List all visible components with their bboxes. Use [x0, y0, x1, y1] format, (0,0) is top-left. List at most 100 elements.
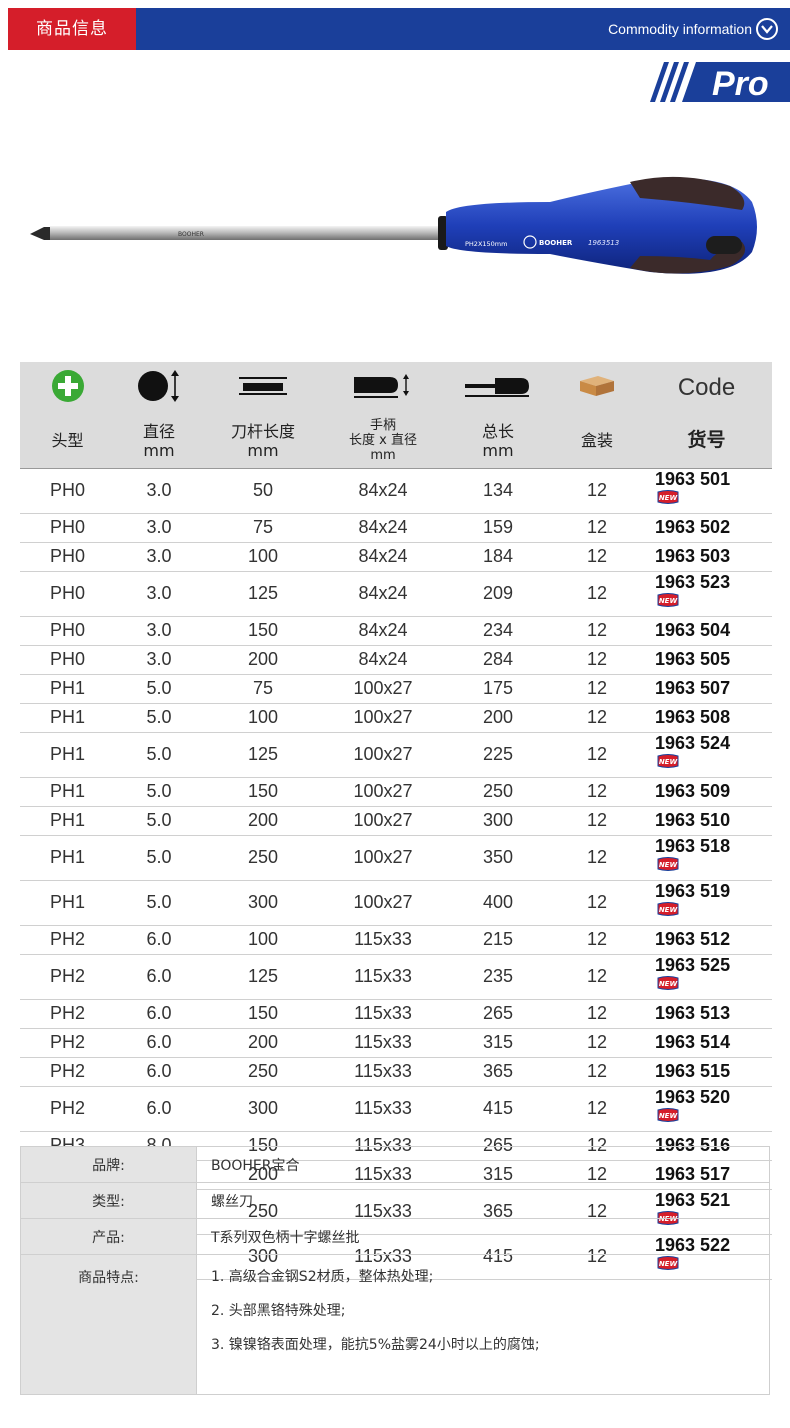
- table-row: PH0 3.0 150 84x24 234 12 1963 504: [20, 616, 772, 646]
- table-row: PH0 3.0 100 84x24 184 12 1963 503: [20, 542, 772, 572]
- item-code: 1963 513: [655, 1003, 731, 1023]
- box-qty-cell: 12: [553, 703, 641, 733]
- features-value: 1. 高级合金钢S2材质，整体热处理; 2. 头部黑铬特殊处理; 3. 镍镍铬表…: [196, 1254, 770, 1395]
- spec-table: Code 头型 直径 mm 刀杆长度 mm 手柄 长度 x 直径 mm 总长 mm 盒装 …: [20, 362, 772, 1280]
- diameter-cell: 3.0: [115, 645, 203, 675]
- total-length-cell: 265: [443, 999, 553, 1029]
- blade-length-cell: 100: [203, 925, 323, 955]
- handle-size-label: PH2X150mm: [465, 240, 507, 248]
- handle-size-icon: [323, 362, 443, 414]
- product-value: T系列双色柄十字螺丝批: [196, 1218, 770, 1255]
- blade-length-cell: 100: [203, 542, 323, 572]
- item-code: 1963 501: [655, 468, 731, 489]
- blade-length-cell: 200: [203, 645, 323, 675]
- item-code: 1963 515: [655, 1061, 731, 1081]
- table-row: PH0 3.0 75 84x24 159 12 1963 502: [20, 513, 772, 543]
- item-code-cell: 1963 523 NEW: [641, 571, 772, 617]
- section-tab[interactable]: 商品信息: [8, 8, 136, 50]
- item-code: 1963 514: [655, 1032, 731, 1052]
- table-row: PH1 5.0 150 100x27 250 12 1963 509: [20, 777, 772, 807]
- box-qty-cell: 12: [553, 1028, 641, 1058]
- head-type-cell: PH1: [20, 777, 115, 807]
- handle-brand-label: BOOHER: [539, 239, 573, 247]
- diameter-cell: 3.0: [115, 513, 203, 543]
- box-icon: [553, 362, 641, 414]
- handle-cell: 100x27: [323, 880, 443, 926]
- chevron-down-icon[interactable]: [756, 18, 778, 40]
- diameter-cell: 6.0: [115, 925, 203, 955]
- diameter-cell: 5.0: [115, 835, 203, 881]
- header-blade-length: 刀杆长度 mm: [203, 414, 323, 468]
- table-row: PH1 5.0 250 100x27 350 12 1963 518 NEW: [20, 835, 772, 881]
- svg-text:NEW: NEW: [659, 906, 678, 914]
- svg-text:NEW: NEW: [659, 597, 678, 605]
- total-length-cell: 350: [443, 835, 553, 881]
- total-length-cell: 184: [443, 542, 553, 572]
- item-code: 1963 523: [655, 571, 731, 592]
- total-length-cell: 415: [443, 1086, 553, 1132]
- blade-length-cell: 150: [203, 999, 323, 1029]
- handle-cell: 115x33: [323, 954, 443, 1000]
- svg-text:NEW: NEW: [659, 980, 678, 988]
- table-row: PH2 6.0 250 115x33 365 12 1963 515: [20, 1057, 772, 1087]
- head-type-cell: PH2: [20, 1028, 115, 1058]
- section-title: Commodity information: [608, 21, 752, 37]
- handle-cell: 100x27: [323, 806, 443, 836]
- box-qty-cell: 12: [553, 777, 641, 807]
- handle-cell: 100x27: [323, 777, 443, 807]
- header-total-length: 总长 mm: [443, 414, 553, 468]
- product-image: BOOHER PH2X150mm BOOHER 1963513: [30, 172, 770, 282]
- head-type-cell: PH1: [20, 732, 115, 778]
- item-code-cell: 1963 519 NEW: [641, 880, 772, 926]
- table-row: PH1 5.0 125 100x27 225 12 1963 524 NEW: [20, 732, 772, 778]
- head-type-cell: PH2: [20, 999, 115, 1029]
- item-code: 1963 509: [655, 781, 731, 801]
- item-code: 1963 525: [655, 954, 731, 975]
- item-code-cell: 1963 518 NEW: [641, 835, 772, 881]
- header-diameter: 直径 mm: [115, 414, 203, 468]
- svg-text:NEW: NEW: [659, 1112, 678, 1120]
- handle-cell: 115x33: [323, 1057, 443, 1087]
- blade-length-cell: 100: [203, 703, 323, 733]
- total-length-cell: 209: [443, 571, 553, 617]
- blade-length-cell: 300: [203, 1086, 323, 1132]
- total-length-cell: 365: [443, 1057, 553, 1087]
- diameter-cell: 6.0: [115, 954, 203, 1000]
- code-column-label: Code: [677, 374, 736, 401]
- box-qty-cell: 12: [553, 542, 641, 572]
- head-type-cell: PH0: [20, 513, 115, 543]
- total-length-cell: 234: [443, 616, 553, 646]
- box-qty-cell: 12: [553, 1057, 641, 1087]
- item-code-cell: 1963 508: [641, 703, 772, 733]
- diameter-cell: 3.0: [115, 467, 203, 514]
- handle-cell: 115x33: [323, 999, 443, 1029]
- item-code-cell: 1963 513: [641, 999, 772, 1029]
- blade-length-cell: 250: [203, 1057, 323, 1087]
- box-qty-cell: 12: [553, 954, 641, 1000]
- info-table: 品牌: BOOHER宝合 类型: 螺丝刀 产品: T系列双色柄十字螺丝批 商品特…: [20, 1146, 770, 1395]
- diameter-cell: 6.0: [115, 999, 203, 1029]
- item-code-cell: 1963 510: [641, 806, 772, 836]
- handle-cell: 115x33: [323, 1028, 443, 1058]
- header-box-qty: 盒装: [553, 414, 641, 468]
- item-code: 1963 504: [655, 620, 731, 640]
- diameter-cell: 5.0: [115, 806, 203, 836]
- blade-length-cell: 75: [203, 513, 323, 543]
- table-row: PH0 3.0 125 84x24 209 12 1963 523 NEW: [20, 571, 772, 617]
- blade-length-cell: 125: [203, 732, 323, 778]
- item-code-cell: 1963 509: [641, 777, 772, 807]
- head-type-cell: PH1: [20, 835, 115, 881]
- head-type-cell: PH0: [20, 571, 115, 617]
- handle-cell: 84x24: [323, 542, 443, 572]
- blade-length-cell: 300: [203, 880, 323, 926]
- table-row: PH2 6.0 150 115x33 265 12 1963 513: [20, 999, 772, 1029]
- total-length-cell: 225: [443, 732, 553, 778]
- new-badge-icon: NEW: [657, 856, 679, 871]
- table-row: PH2 6.0 125 115x33 235 12 1963 525 NEW: [20, 954, 772, 1000]
- item-code: 1963 520: [655, 1086, 731, 1107]
- total-length-cell: 235: [443, 954, 553, 1000]
- box-qty-cell: 12: [553, 806, 641, 836]
- total-length-icon: [443, 362, 553, 414]
- table-row: PH0 3.0 50 84x24 134 12 1963 501 NEW: [20, 467, 772, 514]
- box-qty-cell: 12: [553, 835, 641, 881]
